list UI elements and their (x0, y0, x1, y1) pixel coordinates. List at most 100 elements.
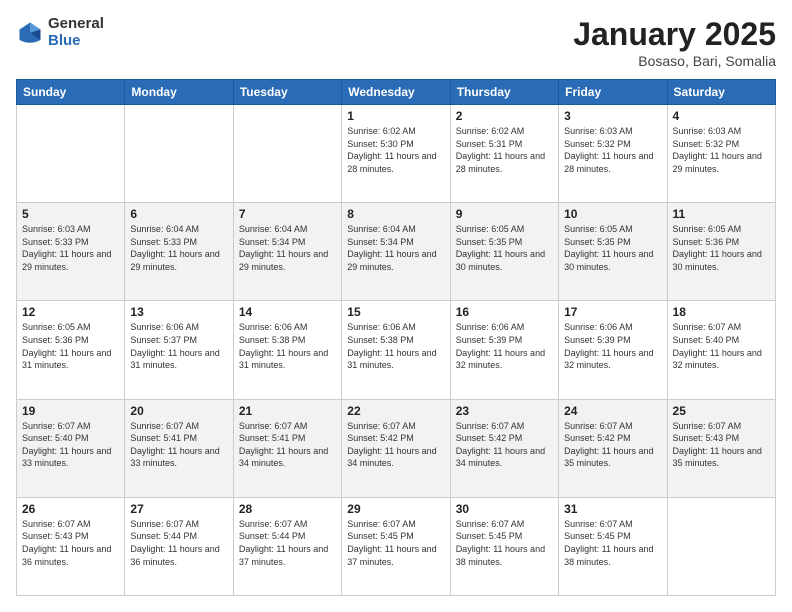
title-location: Bosaso, Bari, Somalia (573, 53, 776, 69)
calendar-cell: 14 Sunrise: 6:06 AM Sunset: 5:38 PM Dayli… (233, 301, 341, 399)
day-detail: Sunrise: 6:07 AM Sunset: 5:42 PM Dayligh… (347, 420, 444, 470)
page: General Blue January 2025 Bosaso, Bari, … (0, 0, 792, 612)
logo-blue: Blue (48, 33, 104, 50)
calendar-row: 5 Sunrise: 6:03 AM Sunset: 5:33 PM Daylig… (17, 203, 776, 301)
calendar-cell: 31 Sunrise: 6:07 AM Sunset: 5:45 PM Dayli… (559, 497, 667, 595)
day-detail: Sunrise: 6:06 AM Sunset: 5:38 PM Dayligh… (347, 321, 444, 371)
day-number: 11 (673, 207, 770, 221)
day-detail: Sunrise: 6:07 AM Sunset: 5:45 PM Dayligh… (564, 518, 661, 568)
calendar-cell: 16 Sunrise: 6:06 AM Sunset: 5:39 PM Dayli… (450, 301, 558, 399)
day-number: 23 (456, 404, 553, 418)
logo-icon (16, 19, 44, 47)
title-block: January 2025 Bosaso, Bari, Somalia (573, 16, 776, 69)
calendar-cell: 18 Sunrise: 6:07 AM Sunset: 5:40 PM Dayli… (667, 301, 775, 399)
day-detail: Sunrise: 6:07 AM Sunset: 5:45 PM Dayligh… (456, 518, 553, 568)
calendar-cell (17, 105, 125, 203)
day-detail: Sunrise: 6:04 AM Sunset: 5:34 PM Dayligh… (347, 223, 444, 273)
calendar-cell: 8Sunrise: 6:04 AM Sunset: 5:34 PM Daylig… (342, 203, 450, 301)
day-number: 7 (239, 207, 336, 221)
calendar-cell: 30 Sunrise: 6:07 AM Sunset: 5:45 PM Dayli… (450, 497, 558, 595)
weekday-header: Sunday (17, 80, 125, 105)
day-detail: Sunrise: 6:05 AM Sunset: 5:36 PM Dayligh… (673, 223, 770, 273)
day-detail: Sunrise: 6:06 AM Sunset: 5:37 PM Dayligh… (130, 321, 227, 371)
weekday-header: Wednesday (342, 80, 450, 105)
calendar-cell: 3 Sunrise: 6:03 AM Sunset: 5:32 PM Daylig… (559, 105, 667, 203)
calendar-cell: 27Sunrise: 6:07 AM Sunset: 5:44 PM Dayli… (125, 497, 233, 595)
calendar-cell: 12Sunrise: 6:05 AM Sunset: 5:36 PM Dayli… (17, 301, 125, 399)
day-detail: Sunrise: 6:04 AM Sunset: 5:34 PM Dayligh… (239, 223, 336, 273)
day-number: 18 (673, 305, 770, 319)
weekday-header: Friday (559, 80, 667, 105)
day-number: 16 (456, 305, 553, 319)
calendar-cell: 29Sunrise: 6:07 AM Sunset: 5:45 PM Dayli… (342, 497, 450, 595)
day-number: 19 (22, 404, 119, 418)
day-detail: Sunrise: 6:07 AM Sunset: 5:41 PM Dayligh… (130, 420, 227, 470)
calendar-cell: 22 Sunrise: 6:07 AM Sunset: 5:42 PM Dayli… (342, 399, 450, 497)
calendar-cell: 7 Sunrise: 6:04 AM Sunset: 5:34 PM Daylig… (233, 203, 341, 301)
day-number: 3 (564, 109, 661, 123)
day-number: 22 (347, 404, 444, 418)
calendar-cell: 25 Sunrise: 6:07 AM Sunset: 5:43 PM Dayli… (667, 399, 775, 497)
calendar-cell: 21 Sunrise: 6:07 AM Sunset: 5:41 PM Dayli… (233, 399, 341, 497)
weekday-header-row: SundayMondayTuesdayWednesdayThursdayFrid… (17, 80, 776, 105)
day-detail: Sunrise: 6:07 AM Sunset: 5:44 PM Dayligh… (239, 518, 336, 568)
day-number: 15 (347, 305, 444, 319)
day-number: 5 (22, 207, 119, 221)
day-detail: Sunrise: 6:07 AM Sunset: 5:40 PM Dayligh… (673, 321, 770, 371)
day-number: 21 (239, 404, 336, 418)
day-detail: Sunrise: 6:03 AM Sunset: 5:32 PM Dayligh… (673, 125, 770, 175)
calendar-cell (667, 497, 775, 595)
logo: General Blue (16, 16, 104, 49)
day-number: 30 (456, 502, 553, 516)
calendar-cell: 5 Sunrise: 6:03 AM Sunset: 5:33 PM Daylig… (17, 203, 125, 301)
day-number: 31 (564, 502, 661, 516)
calendar-cell: 28 Sunrise: 6:07 AM Sunset: 5:44 PM Dayli… (233, 497, 341, 595)
calendar-cell: 11 Sunrise: 6:05 AM Sunset: 5:36 PM Dayli… (667, 203, 775, 301)
logo-text: General Blue (48, 16, 104, 49)
day-number: 6 (130, 207, 227, 221)
day-detail: Sunrise: 6:07 AM Sunset: 5:42 PM Dayligh… (456, 420, 553, 470)
calendar-row: 26Sunrise: 6:07 AM Sunset: 5:43 PM Dayli… (17, 497, 776, 595)
day-number: 24 (564, 404, 661, 418)
calendar-cell: 17Sunrise: 6:06 AM Sunset: 5:39 PM Dayli… (559, 301, 667, 399)
day-detail: Sunrise: 6:07 AM Sunset: 5:43 PM Dayligh… (673, 420, 770, 470)
day-number: 9 (456, 207, 553, 221)
calendar-cell: 4 Sunrise: 6:03 AM Sunset: 5:32 PM Daylig… (667, 105, 775, 203)
weekday-header: Tuesday (233, 80, 341, 105)
calendar-cell: 2 Sunrise: 6:02 AM Sunset: 5:31 PM Daylig… (450, 105, 558, 203)
day-number: 12 (22, 305, 119, 319)
weekday-header: Saturday (667, 80, 775, 105)
day-detail: Sunrise: 6:06 AM Sunset: 5:39 PM Dayligh… (456, 321, 553, 371)
day-number: 26 (22, 502, 119, 516)
title-month: January 2025 (573, 16, 776, 53)
calendar-cell (233, 105, 341, 203)
day-number: 4 (673, 109, 770, 123)
day-number: 14 (239, 305, 336, 319)
day-detail: Sunrise: 6:03 AM Sunset: 5:32 PM Dayligh… (564, 125, 661, 175)
day-detail: Sunrise: 6:07 AM Sunset: 5:40 PM Dayligh… (22, 420, 119, 470)
calendar-cell: 1Sunrise: 6:02 AM Sunset: 5:30 PM Daylig… (342, 105, 450, 203)
day-detail: Sunrise: 6:06 AM Sunset: 5:39 PM Dayligh… (564, 321, 661, 371)
calendar-row: 19 Sunrise: 6:07 AM Sunset: 5:40 PM Dayli… (17, 399, 776, 497)
weekday-header: Monday (125, 80, 233, 105)
day-detail: Sunrise: 6:03 AM Sunset: 5:33 PM Dayligh… (22, 223, 119, 273)
calendar-cell (125, 105, 233, 203)
calendar-cell: 23 Sunrise: 6:07 AM Sunset: 5:42 PM Dayli… (450, 399, 558, 497)
calendar-cell: 10Sunrise: 6:05 AM Sunset: 5:35 PM Dayli… (559, 203, 667, 301)
day-number: 20 (130, 404, 227, 418)
day-number: 2 (456, 109, 553, 123)
day-number: 25 (673, 404, 770, 418)
day-detail: Sunrise: 6:07 AM Sunset: 5:41 PM Dayligh… (239, 420, 336, 470)
day-detail: Sunrise: 6:06 AM Sunset: 5:38 PM Dayligh… (239, 321, 336, 371)
logo-general: General (48, 16, 104, 33)
calendar-cell: 19 Sunrise: 6:07 AM Sunset: 5:40 PM Dayli… (17, 399, 125, 497)
day-number: 28 (239, 502, 336, 516)
calendar-cell: 20 Sunrise: 6:07 AM Sunset: 5:41 PM Dayli… (125, 399, 233, 497)
calendar-cell: 9Sunrise: 6:05 AM Sunset: 5:35 PM Daylig… (450, 203, 558, 301)
day-number: 1 (347, 109, 444, 123)
day-detail: Sunrise: 6:07 AM Sunset: 5:42 PM Dayligh… (564, 420, 661, 470)
day-number: 29 (347, 502, 444, 516)
header: General Blue January 2025 Bosaso, Bari, … (16, 16, 776, 69)
day-detail: Sunrise: 6:02 AM Sunset: 5:31 PM Dayligh… (456, 125, 553, 175)
calendar-cell: 6Sunrise: 6:04 AM Sunset: 5:33 PM Daylig… (125, 203, 233, 301)
